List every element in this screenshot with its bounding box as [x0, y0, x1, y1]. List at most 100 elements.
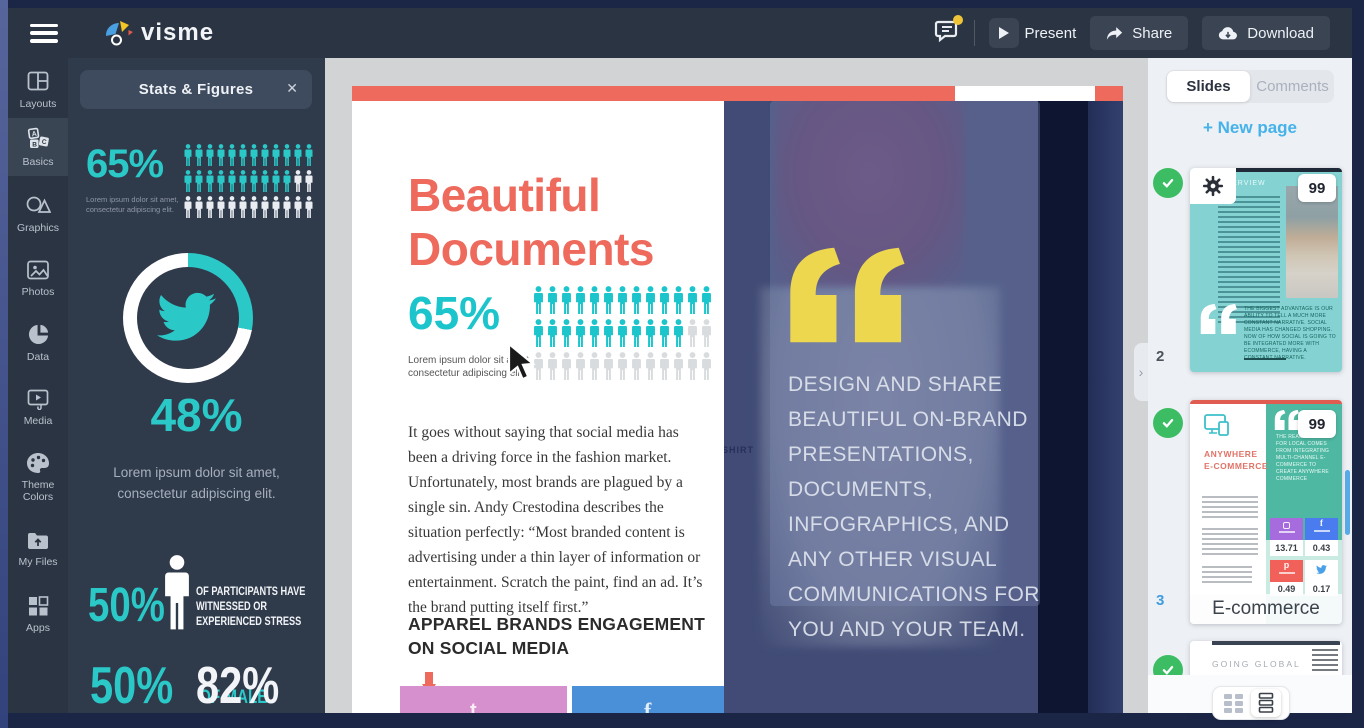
gear-icon: [1202, 175, 1224, 197]
panel-scrollbar[interactable]: [1345, 470, 1350, 535]
svg-text:B: B: [32, 141, 37, 148]
sidebar-item-theme-colors[interactable]: Theme Colors: [8, 443, 68, 511]
document-pictograph[interactable]: [532, 286, 713, 385]
notification-dot: [953, 15, 963, 25]
twitter-icon: [1316, 565, 1327, 574]
stat-caption: WITNESSED OR: [196, 600, 325, 615]
page-accent-bar[interactable]: [352, 86, 955, 101]
brand-name: visme: [141, 19, 214, 47]
document-body-text[interactable]: It goes without saying that social media…: [408, 420, 708, 620]
stat-caption: Lorem ipsum dolor sit amet,: [86, 195, 179, 205]
stat-value: 50%: [90, 656, 173, 713]
quote-text[interactable]: DESIGN AND SHARE BEAUTIFUL ON-BRAND PRES…: [788, 367, 1046, 647]
stats-panel-header[interactable]: Stats & Figures ✕: [80, 70, 312, 109]
document-title[interactable]: Beautiful Documents: [408, 168, 654, 276]
layouts-icon: [26, 69, 50, 93]
window-border: [0, 0, 8, 728]
social-block-tumblr[interactable]: t: [400, 686, 567, 713]
list-view-button[interactable]: [1251, 689, 1281, 717]
metric-tile-instagram: [1270, 518, 1303, 540]
person-icon: [160, 553, 194, 636]
slide3-text-lines: [1202, 566, 1252, 586]
present-control[interactable]: Present: [989, 18, 1077, 48]
sidebar-item-photos[interactable]: Photos: [8, 250, 68, 306]
sidebar-item-basics[interactable]: A B C Basics: [8, 118, 68, 176]
facebook-icon: f: [644, 698, 651, 713]
data-icon: [27, 323, 50, 346]
comments-icon[interactable]: [934, 18, 960, 49]
slide-badge[interactable]: 99: [1298, 174, 1336, 202]
basics-icon: A B C: [25, 127, 51, 151]
hamburger-menu-button[interactable]: [30, 24, 58, 43]
tumblr-icon: t: [470, 700, 477, 713]
stat-value[interactable]: 48%: [68, 388, 325, 442]
tab-slides[interactable]: Slides: [1167, 71, 1250, 102]
sidebar-item-layouts[interactable]: Layouts: [8, 60, 68, 118]
stat-widget-pictograph[interactable]: 65% Lorem ipsum dolor sit amet, consecte…: [86, 142, 179, 215]
slide-done-check-icon[interactable]: [1153, 408, 1183, 438]
document-section-heading[interactable]: APPAREL BRANDS ENGAGEMENT ON SOCIAL MEDI…: [408, 612, 708, 660]
slide-settings-button[interactable]: [1190, 168, 1236, 204]
sidebar-item-apps[interactable]: Apps: [8, 586, 68, 642]
slide-badge[interactable]: 99: [1298, 410, 1336, 438]
mouse-cursor: [503, 342, 539, 387]
sidebar-item-graphics[interactable]: Graphics: [8, 184, 68, 242]
panel-tabs: Slides Comments: [1166, 70, 1334, 103]
metric-value: 0.43: [1305, 540, 1338, 556]
slide-done-check-icon[interactable]: [1153, 168, 1183, 198]
panel-collapse-handle[interactable]: ›: [1134, 343, 1148, 401]
stats-panel-title: Stats & Figures: [139, 81, 254, 98]
slide2-quote-text: THE BIGGEST ADVANTAGE IS OUR ABILITY TO …: [1244, 306, 1336, 362]
visme-logo-icon: [102, 17, 134, 49]
thumb-topbar: [1212, 641, 1340, 645]
icon-sidebar: Layouts A B C Basics Graphics: [8, 58, 68, 713]
editor-canvas[interactable]: Beautiful Documents 65% Lorem ipsum dolo…: [325, 58, 1148, 713]
monitor-icon: [1204, 414, 1230, 436]
metric-tile-twitter: [1305, 560, 1338, 582]
document-page[interactable]: Beautiful Documents 65% Lorem ipsum dolo…: [352, 86, 1123, 713]
download-cloud-icon: [1218, 26, 1238, 41]
social-block-facebook[interactable]: f: [572, 686, 739, 713]
metric-tile-facebook: f: [1305, 518, 1338, 540]
grid-view-icon[interactable]: [1222, 692, 1246, 714]
slide2-footer-line: [1244, 358, 1286, 360]
slide3-heading: ANYWHERE: [1204, 448, 1268, 460]
sidebar-item-media[interactable]: Media: [8, 379, 68, 435]
stat-widget-female[interactable]: 82% OF FEMALE: [196, 656, 325, 713]
slides-panel: › Slides Comments + New page OVERVIEW TH…: [1148, 58, 1352, 713]
quote-mark-icon: [788, 237, 908, 358]
share-button[interactable]: Share: [1090, 16, 1188, 50]
slide-caption: E-commerce: [1190, 594, 1342, 624]
screen-edge: [1088, 101, 1123, 713]
list-view-icon: [1258, 692, 1274, 714]
present-play-icon[interactable]: [989, 18, 1019, 48]
tab-comments[interactable]: Comments: [1251, 70, 1334, 103]
panel-bottom-bar: [1148, 675, 1352, 713]
download-button[interactable]: Download: [1202, 16, 1330, 50]
new-page-button[interactable]: + New page: [1148, 118, 1352, 138]
document-stat-value[interactable]: 65%: [408, 286, 500, 340]
sidebar-item-my-files[interactable]: My Files: [8, 521, 68, 576]
svg-text:A: A: [31, 131, 37, 139]
pinterest-icon: p: [1270, 560, 1303, 570]
view-toggle: [1212, 686, 1290, 720]
download-label: Download: [1247, 25, 1314, 42]
share-icon: [1106, 26, 1123, 41]
pictograph-people: [183, 144, 314, 222]
slide3-text-lines: [1202, 528, 1258, 558]
photo-label: SHIRT: [724, 445, 754, 455]
photos-icon: [26, 259, 50, 281]
close-icon[interactable]: ✕: [286, 80, 298, 97]
share-label: Share: [1132, 25, 1172, 42]
sidebar-item-data[interactable]: Data: [8, 314, 68, 371]
twitter-icon: [157, 292, 219, 344]
stat-caption: EXPERIENCED STRESS: [196, 615, 325, 630]
quote-mark-icon: [1274, 410, 1300, 435]
photo-panel[interactable]: SHIRT DESIGN AND SHARE BEAUTIFUL ON-BRAN…: [724, 101, 1123, 713]
app-window: visme Present Share: [0, 0, 1364, 728]
donut-chart[interactable]: [123, 253, 253, 383]
visme-logo[interactable]: visme: [102, 17, 214, 49]
page-accent-bar-gap: [955, 86, 1095, 101]
chevron-right-icon: ›: [1139, 364, 1144, 380]
slide2-photo: [1286, 186, 1338, 298]
